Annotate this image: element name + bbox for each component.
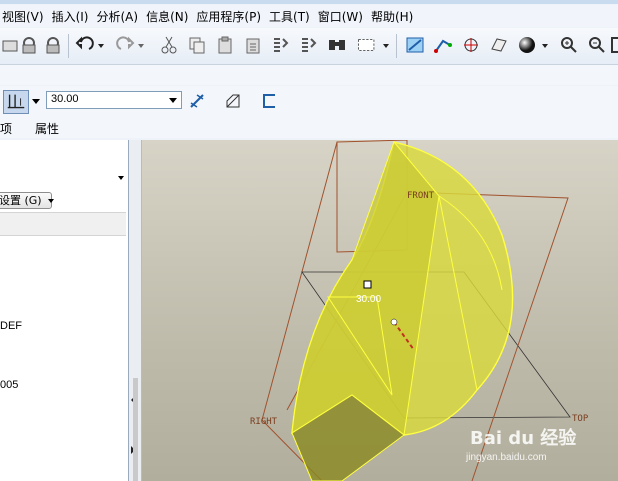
- menu-window[interactable]: 窗口(W): [318, 8, 371, 25]
- shading-icon[interactable]: [516, 34, 538, 56]
- undo-icon[interactable]: [74, 34, 96, 56]
- menu-help[interactable]: 帮助(H): [371, 8, 421, 25]
- shading-dropdown-icon[interactable]: [540, 34, 550, 56]
- regenerate-icon[interactable]: [270, 34, 292, 56]
- selection-box-icon[interactable]: [354, 34, 380, 56]
- menu-tools[interactable]: 工具(T): [269, 8, 318, 25]
- regenerate-manager-icon[interactable]: [298, 34, 320, 56]
- toolbar-separator: [396, 34, 397, 58]
- sketch-icon[interactable]: [404, 34, 426, 56]
- depth-dropdown-icon[interactable]: [169, 98, 177, 103]
- plane-label-top: TOP: [572, 414, 589, 424]
- settings-button-label: 设置 (G): [0, 194, 42, 207]
- flip-direction-icon[interactable]: [186, 90, 208, 112]
- find-icon[interactable]: [326, 34, 348, 56]
- plane-label-right: RIGHT: [250, 417, 278, 427]
- menu-info[interactable]: 信息(N): [146, 8, 196, 25]
- remove-material-icon[interactable]: [222, 90, 244, 112]
- tree-item[interactable]: DEF: [0, 320, 22, 332]
- menu-analysis[interactable]: 分析(A): [96, 8, 146, 25]
- dashboard-tabs: 项 属性: [0, 118, 618, 138]
- chevron-down-icon: [48, 199, 55, 203]
- depth-handle: [390, 318, 398, 326]
- thicken-sketch-icon[interactable]: [258, 90, 280, 112]
- watermark-url: jingyan.baidu.com: [466, 452, 547, 463]
- depth-option-dropdown-icon[interactable]: [32, 99, 40, 104]
- lock-icon[interactable]: [18, 34, 40, 56]
- tree-item[interactable]: 005: [0, 379, 18, 391]
- tab-properties[interactable]: 属性: [35, 120, 59, 137]
- menu-insert[interactable]: 插入(I): [52, 8, 97, 25]
- toolbar-gap: [0, 65, 618, 85]
- refit-icon[interactable]: [608, 34, 618, 56]
- toolbar-separator: [68, 34, 69, 58]
- menu-view[interactable]: 视图(V): [2, 8, 52, 25]
- paste-icon[interactable]: [214, 34, 236, 56]
- title-bar-strip: [0, 0, 618, 4]
- redo-icon[interactable]: [114, 34, 136, 56]
- extrude-dashboard: 30.00: [0, 86, 618, 120]
- plane-label-front: FRONT: [407, 191, 435, 201]
- undo-dropdown-icon[interactable]: [96, 34, 106, 56]
- panel-dropdown-icon[interactable]: [118, 176, 124, 180]
- depth-option-button[interactable]: [3, 90, 29, 114]
- datum-point-icon[interactable]: [460, 34, 482, 56]
- redo-dropdown-icon[interactable]: [136, 34, 146, 56]
- panel-scrollbar[interactable]: [133, 378, 138, 481]
- depth-value-field[interactable]: 30.00: [46, 91, 182, 109]
- zoom-in-icon[interactable]: [558, 34, 580, 56]
- main-toolbar: [0, 28, 618, 65]
- datum-plane-icon[interactable]: [488, 34, 510, 56]
- zoom-out-icon[interactable]: [586, 34, 608, 56]
- model-tree-panel: 设置 (G) DEF 005: [0, 140, 129, 481]
- lock-alt-icon[interactable]: [42, 34, 64, 56]
- datum-curve-icon[interactable]: [432, 34, 454, 56]
- dimension-label: 30.00: [356, 294, 381, 305]
- selection-dropdown-icon[interactable]: [381, 34, 391, 56]
- copy-icon[interactable]: [186, 34, 208, 56]
- menu-applications[interactable]: 应用程序(P): [196, 8, 269, 25]
- depth-value-text: 30.00: [51, 93, 79, 105]
- paste-special-icon[interactable]: [242, 34, 264, 56]
- tree-column-header: [0, 212, 126, 236]
- drag-handle: [363, 280, 372, 289]
- watermark-logo: Bai du 经验: [470, 428, 577, 449]
- cut-icon[interactable]: [158, 34, 180, 56]
- tab-options[interactable]: 项: [0, 120, 12, 137]
- settings-button[interactable]: 设置 (G): [0, 192, 55, 209]
- menu-bar: 视图(V) 插入(I) 分析(A) 信息(N) 应用程序(P) 工具(T) 窗口…: [0, 5, 618, 27]
